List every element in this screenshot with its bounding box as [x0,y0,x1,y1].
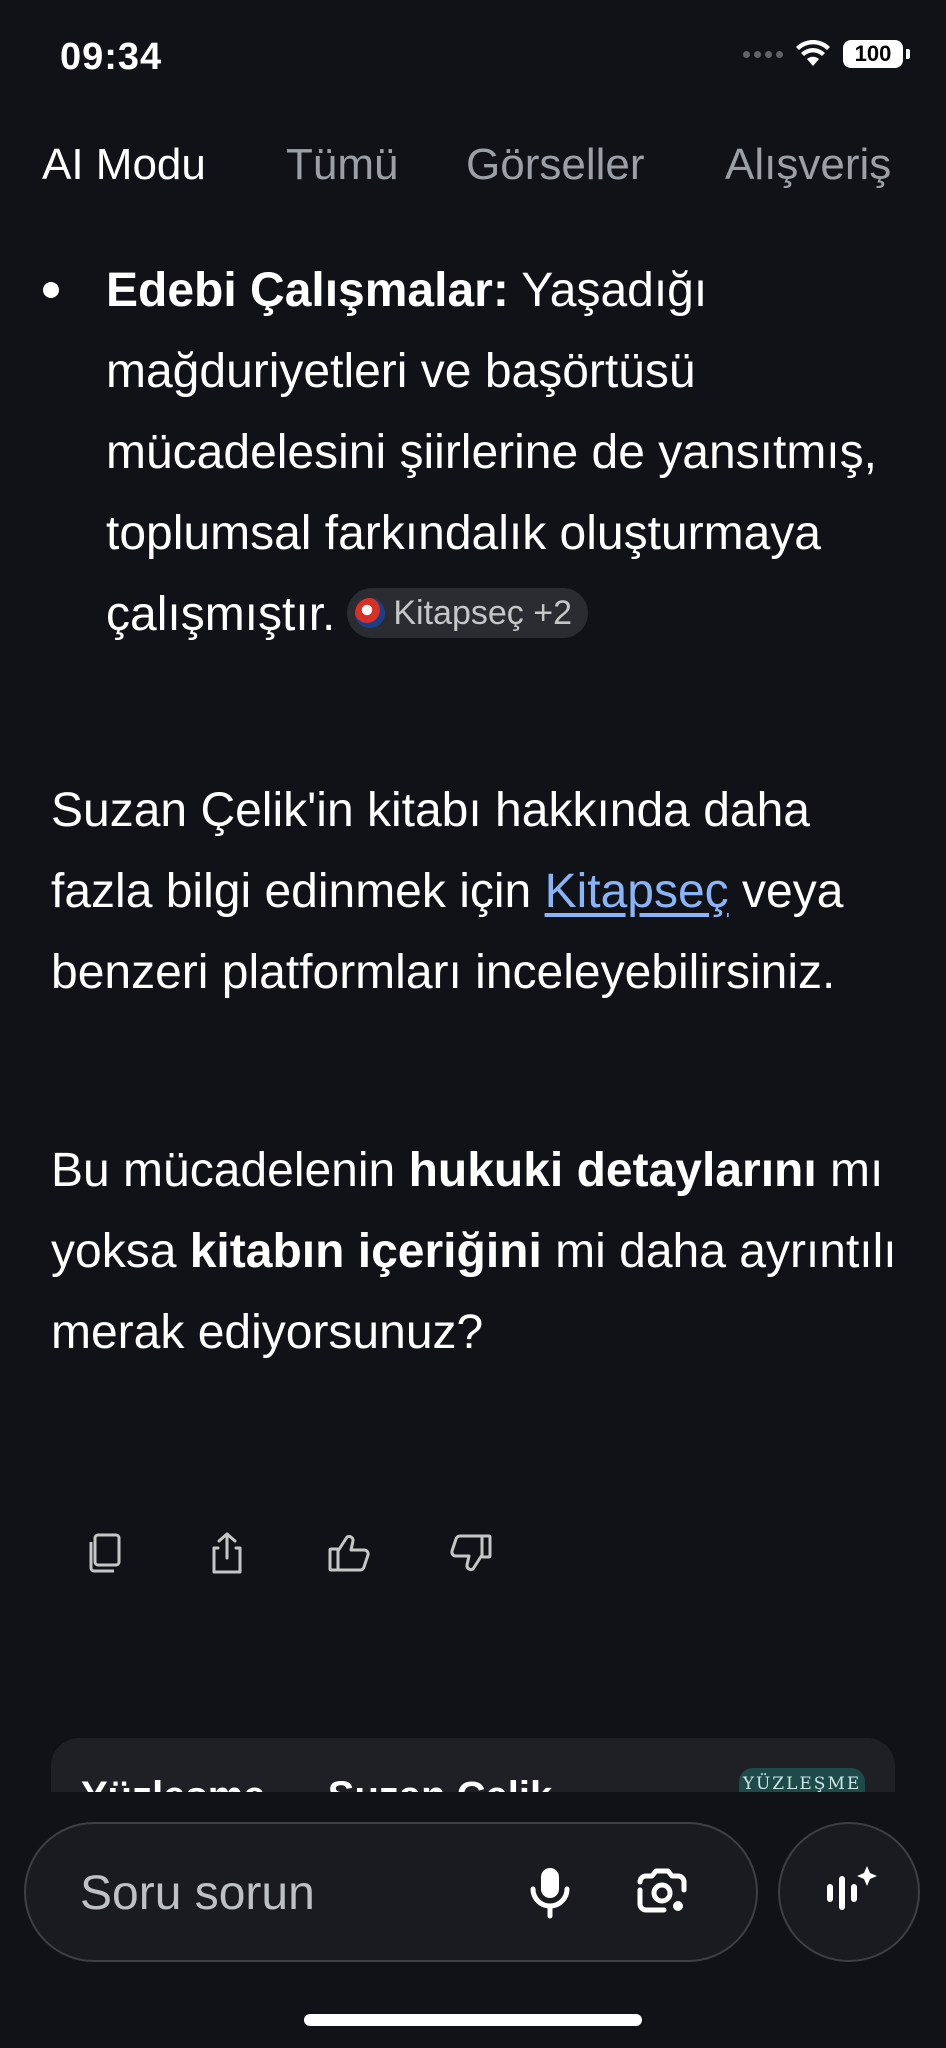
camera-lens-icon [637,1868,687,1913]
search-input[interactable] [78,1824,522,1962]
related-result-thumbnail: YÜZLEŞME [739,1768,865,1792]
status-time: 09:34 [60,36,163,78]
bullet-icon [43,282,59,298]
bold-text: hukuki detaylarını [408,1144,817,1197]
kitapsec-link[interactable]: Kitapseç [545,865,729,918]
source-chip-label: Kitapseç +2 [393,593,572,632]
tab-ai-mode[interactable]: AI Modu [42,140,206,190]
thumbs-up-button[interactable] [326,1530,372,1576]
live-voice-button[interactable] [778,1822,920,1962]
bold-text: kitabın içeriğini [189,1225,542,1278]
thumbs-down-icon [450,1534,492,1572]
copy-button[interactable] [82,1530,128,1576]
thumbs-up-icon [328,1534,370,1572]
tab-images[interactable]: Görseller [466,140,645,190]
tab-all[interactable]: Tümü [286,140,398,190]
bottom-bar [0,1792,946,2048]
kitapsec-favicon-icon [355,598,386,629]
paragraph-follow-up-question: Bu mücadelenin hukuki detaylarını mı yok… [51,1130,901,1373]
related-result-card[interactable]: Yüzleşme — Suzan Çelik YÜZLEŞME [51,1738,895,1792]
related-result-title: Yüzleşme — Suzan Çelik [81,1774,552,1792]
voice-sparkle-icon [827,1866,877,1910]
search-box[interactable] [24,1822,758,1962]
cellular-signal-icon [743,50,783,58]
battery-icon: 100 [843,40,910,68]
share-button[interactable] [204,1530,250,1576]
tab-shopping[interactable]: Alışveriş [725,140,891,190]
list-item-title: Edebi Çalışmalar: [106,264,509,317]
status-indicators: 100 [743,40,910,68]
answer-actions [82,1530,494,1576]
wifi-icon [796,40,830,66]
share-icon [212,1532,242,1574]
list-item-text: Edebi Çalışmalar: Yaşadığı mağduriyetler… [106,250,906,655]
home-indicator [304,2014,642,2026]
search-mode-tabs: AI Modu Tümü Görseller Alışveriş [0,140,946,200]
thumbs-down-button[interactable] [448,1530,494,1576]
voice-search-button[interactable] [520,1862,580,1922]
paragraph-text: Bu mücadelenin [51,1144,409,1197]
copy-icon [89,1533,121,1573]
paragraph-more-info: Suzan Çelik'in kitabı hakkında daha fazl… [51,770,901,1013]
source-chip[interactable]: Kitapseç +2 [347,588,588,639]
battery-level: 100 [843,40,903,68]
microphone-icon [530,1868,570,1919]
lens-button[interactable] [632,1862,692,1922]
status-bar: 09:34 100 [0,0,946,110]
